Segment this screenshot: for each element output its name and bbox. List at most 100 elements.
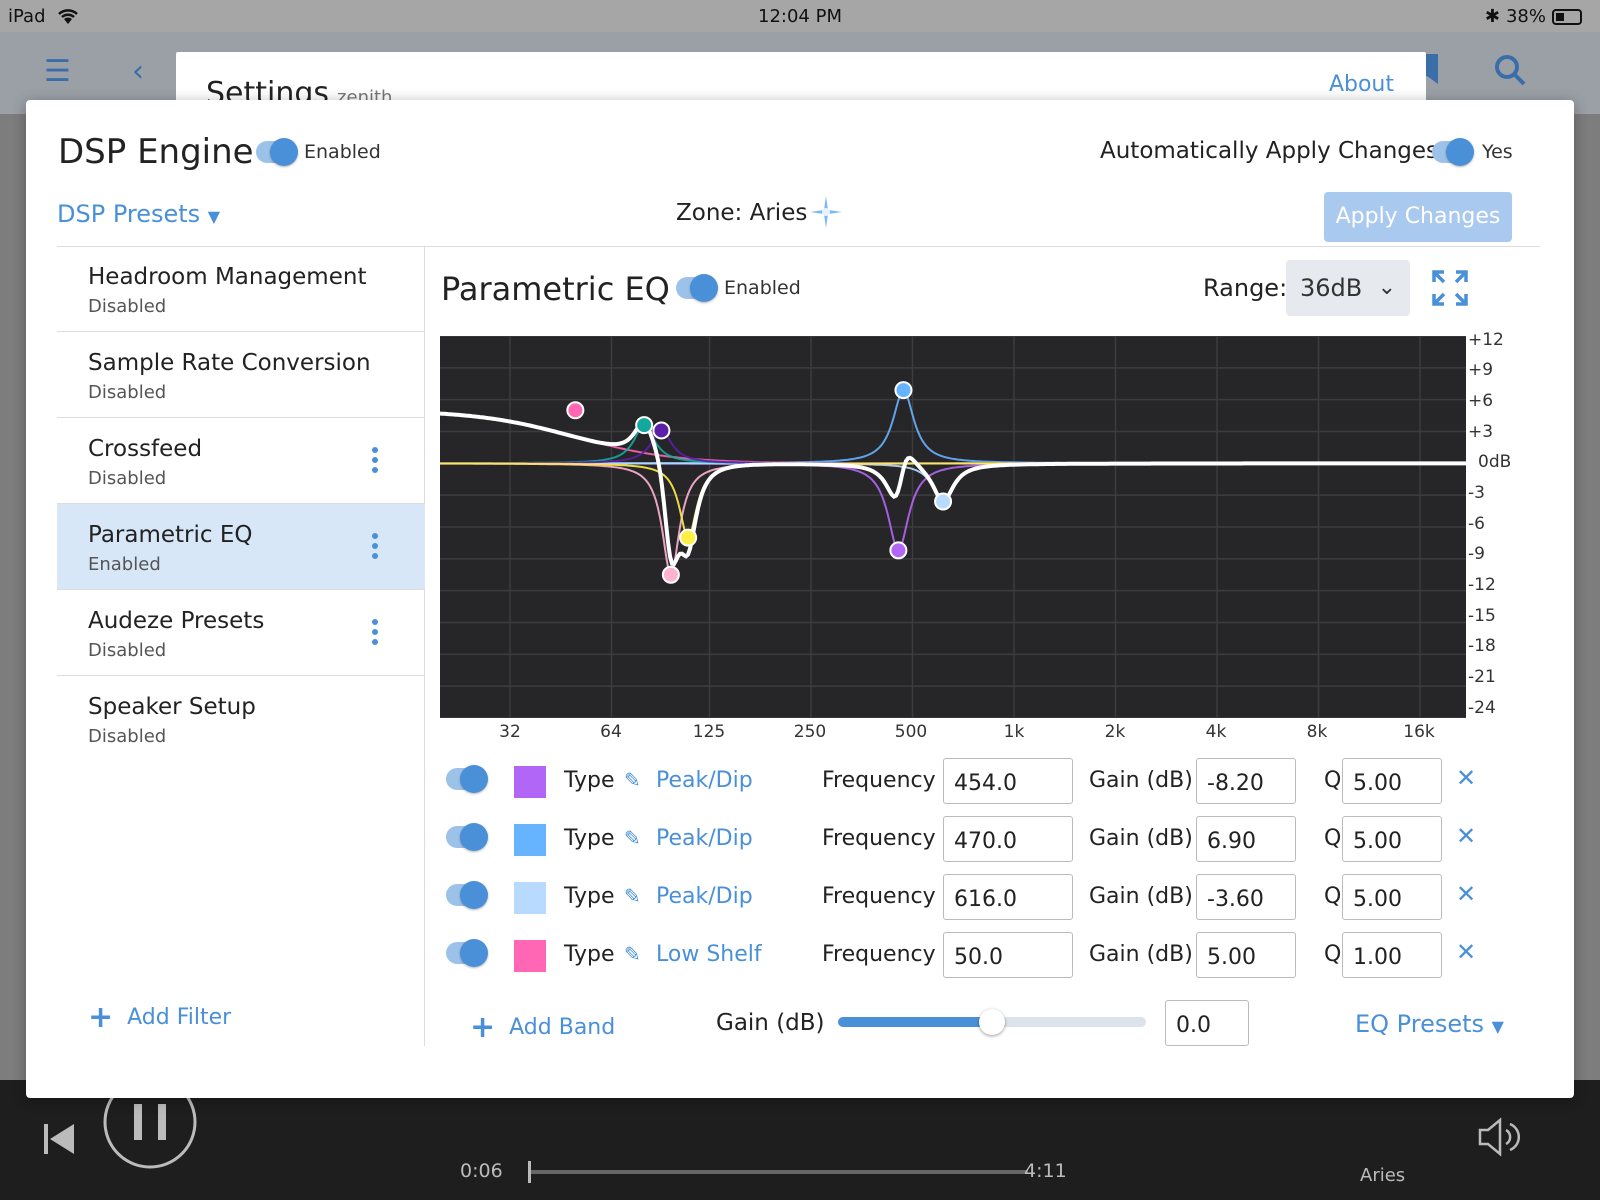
band-handle	[652, 421, 671, 440]
band-row: Type ✎ Peak/Dip Frequency 616.0 Gain (dB…	[418, 874, 1518, 924]
gain-label: Gain (dB)	[1089, 884, 1193, 909]
expand-icon[interactable]	[1432, 270, 1468, 306]
y-tick: -15	[1468, 606, 1496, 626]
band-toggle[interactable]	[446, 939, 488, 967]
band-color-swatch[interactable]	[514, 824, 546, 856]
filter-item-parametric-eq[interactable]: Parametric EQ Enabled	[57, 504, 425, 590]
back-icon[interactable]: ‹	[132, 54, 144, 89]
battery-icon	[1552, 8, 1582, 25]
remove-band-icon[interactable]: ✕	[1456, 938, 1476, 966]
band-type-value[interactable]: Peak/Dip	[656, 884, 753, 909]
q-input[interactable]: 5.00	[1342, 874, 1442, 920]
gain-input[interactable]: -3.60	[1196, 874, 1296, 920]
band-row: Type ✎ Peak/Dip Frequency 470.0 Gain (dB…	[418, 816, 1518, 866]
range-select[interactable]: 36dB ⌄	[1286, 260, 1410, 316]
band-type-value[interactable]: Peak/Dip	[656, 768, 753, 793]
dsp-presets-dropdown[interactable]: DSP Presets ▼	[57, 200, 220, 228]
band-type-value[interactable]: Low Shelf	[656, 942, 762, 967]
eq-presets-dropdown[interactable]: EQ Presets ▼	[1355, 1010, 1504, 1038]
band-curve	[440, 389, 1466, 465]
frequency-input[interactable]: 50.0	[943, 932, 1073, 978]
band-color-swatch[interactable]	[514, 766, 546, 798]
band-toggle[interactable]	[446, 823, 488, 851]
eq-graph-svg	[439, 335, 1466, 719]
band-handle	[679, 528, 698, 547]
filter-list: Headroom Management Disabled Sample Rate…	[57, 246, 425, 1046]
band-color-swatch[interactable]	[514, 882, 546, 914]
more-options-icon[interactable]	[363, 616, 387, 652]
plus-icon: +	[88, 1000, 114, 1035]
gain-input[interactable]: -8.20	[1196, 758, 1296, 804]
filter-item-speaker-setup[interactable]: Speaker Setup Disabled	[57, 676, 425, 762]
y-tick: 0dB	[1478, 452, 1512, 472]
ios-status-bar: iPad 12:04 PM ✱ 38%	[0, 0, 1600, 32]
zone-label[interactable]: Aries	[1360, 1165, 1405, 1186]
filter-item-audeze[interactable]: Audeze Presets Disabled	[57, 590, 425, 676]
eq-graph[interactable]	[439, 335, 1466, 719]
frequency-input[interactable]: 454.0	[943, 758, 1073, 804]
filter-name: Audeze Presets	[88, 608, 265, 634]
q-input[interactable]: 5.00	[1342, 758, 1442, 804]
volume-icon[interactable]	[1476, 1114, 1522, 1160]
y-tick: +6	[1468, 391, 1494, 411]
q-label: Q	[1324, 826, 1342, 851]
band-row: Type ✎ Peak/Dip Frequency 454.0 Gain (dB…	[418, 758, 1518, 808]
previous-icon[interactable]	[42, 1122, 76, 1156]
search-icon[interactable]	[1494, 54, 1526, 94]
filter-status: Disabled	[88, 382, 167, 403]
pencil-icon[interactable]: ✎	[624, 884, 646, 908]
x-tick: 32	[499, 722, 521, 742]
filter-item-crossfeed[interactable]: Crossfeed Disabled	[57, 418, 425, 504]
gain-input[interactable]: 5.00	[1196, 932, 1296, 978]
y-tick: +12	[1468, 330, 1504, 350]
q-label: Q	[1324, 768, 1342, 793]
pencil-icon[interactable]: ✎	[624, 942, 646, 966]
q-input[interactable]: 1.00	[1342, 932, 1442, 978]
band-handle	[566, 401, 585, 420]
auto-apply-toggle[interactable]	[1432, 138, 1474, 166]
gain-label: Gain (dB)	[1089, 768, 1193, 793]
band-toggle[interactable]	[446, 765, 488, 793]
remove-band-icon[interactable]: ✕	[1456, 764, 1476, 792]
y-tick: -9	[1468, 544, 1485, 564]
pencil-icon[interactable]: ✎	[624, 768, 646, 792]
filter-item-headroom[interactable]: Headroom Management Disabled	[57, 246, 425, 332]
menu-icon[interactable]: ☰	[44, 54, 71, 89]
remove-band-icon[interactable]: ✕	[1456, 880, 1476, 908]
band-type-value[interactable]: Peak/Dip	[656, 826, 753, 851]
frequency-label: Frequency	[822, 884, 936, 909]
bluetooth-icon: ✱	[1484, 6, 1500, 27]
apply-changes-button[interactable]: Apply Changes	[1324, 192, 1512, 242]
x-tick: 4k	[1205, 722, 1227, 742]
frequency-input[interactable]: 470.0	[943, 816, 1073, 862]
gain-input[interactable]: 6.90	[1196, 816, 1296, 862]
player-bar: 0:06 4:11 Aries	[0, 1075, 1600, 1200]
master-gain-input[interactable]: 0.0	[1165, 1000, 1249, 1046]
add-band-button[interactable]: + Add Band	[470, 1010, 615, 1045]
dsp-title: DSP Engine	[58, 132, 254, 172]
elapsed-time: 0:06	[460, 1160, 503, 1182]
seek-bar[interactable]	[528, 1161, 1028, 1183]
more-options-icon[interactable]	[363, 530, 387, 566]
x-tick: 125	[692, 722, 726, 742]
x-tick: 8k	[1306, 722, 1328, 742]
frequency-input[interactable]: 616.0	[943, 874, 1073, 920]
peq-enabled-toggle[interactable]	[676, 274, 718, 302]
remove-band-icon[interactable]: ✕	[1456, 822, 1476, 850]
filter-status: Disabled	[88, 640, 167, 661]
about-link[interactable]: About	[1329, 72, 1394, 97]
master-gain-slider[interactable]	[838, 1009, 1146, 1035]
more-options-icon[interactable]	[363, 444, 387, 480]
filter-item-sample-rate[interactable]: Sample Rate Conversion Disabled	[57, 332, 425, 418]
caret-down-icon: ▼	[207, 207, 221, 226]
pencil-icon[interactable]: ✎	[624, 826, 646, 850]
slider-thumb[interactable]	[979, 1009, 1005, 1035]
zone-name: Zone: Aries	[676, 200, 808, 226]
band-type-label: Type	[564, 884, 615, 909]
band-color-swatch[interactable]	[514, 940, 546, 972]
band-toggle[interactable]	[446, 881, 488, 909]
dsp-enabled-toggle[interactable]	[256, 138, 298, 166]
sparkle-icon	[810, 196, 842, 228]
q-input[interactable]: 5.00	[1342, 816, 1442, 862]
add-filter-button[interactable]: + Add Filter	[88, 1000, 231, 1035]
